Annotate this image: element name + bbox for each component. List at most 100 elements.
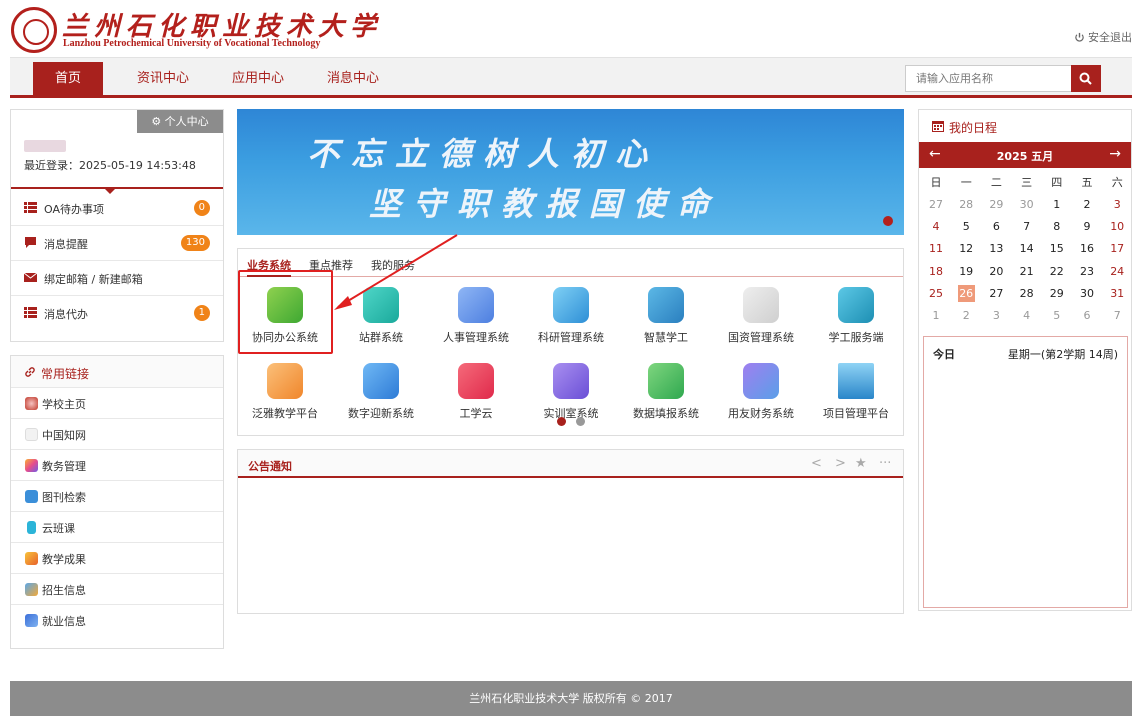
search-icon	[1079, 72, 1092, 85]
app-label: 科研管理系统	[538, 331, 604, 344]
calendar-day[interactable]: 7	[1102, 305, 1132, 327]
calendar-day[interactable]: 14	[1012, 238, 1042, 260]
calendar-day[interactable]: 10	[1102, 216, 1132, 238]
oa-todo-row[interactable]: OA待办事项 0	[11, 191, 223, 226]
app-training-room[interactable]: 实训室系统	[526, 363, 616, 433]
app-label: 泛雅教学平台	[252, 407, 318, 420]
app-asset-system[interactable]: 国资管理系统	[716, 287, 806, 357]
calendar-header: 我的日程	[919, 110, 1131, 142]
list-icon	[24, 307, 37, 318]
search-button[interactable]	[1071, 65, 1101, 92]
calendar-day[interactable]: 1	[1042, 194, 1072, 216]
link-employment[interactable]: 就业信息	[11, 605, 223, 636]
calendar-day[interactable]: 21	[1012, 261, 1042, 283]
nav-home[interactable]: 首页	[33, 62, 103, 96]
envelope-icon	[24, 272, 37, 282]
prev-icon[interactable]: <	[811, 456, 822, 471]
app-fanya-platform[interactable]: 泛雅教学平台	[240, 363, 330, 433]
message-remind-row[interactable]: 消息提醒 130	[11, 226, 223, 261]
app-research-system[interactable]: 科研管理系统	[526, 287, 616, 357]
link-cnki[interactable]: 中国知网	[11, 419, 223, 450]
star-icon[interactable]: ★	[855, 456, 867, 471]
calendar-day[interactable]: 29	[981, 194, 1011, 216]
calendar-day[interactable]: 28	[951, 194, 981, 216]
more-icon[interactable]: ···	[879, 456, 891, 471]
link-school-home[interactable]: 学校主页	[11, 388, 223, 419]
calendar-day[interactable]: 3	[981, 305, 1011, 327]
calendar-day[interactable]: 24	[1102, 261, 1132, 283]
oa-todo-badge: 0	[193, 200, 210, 216]
calendar-day[interactable]: 3	[1102, 194, 1132, 216]
calendar-day[interactable]: 27	[921, 194, 951, 216]
calendar-day[interactable]: 16	[1072, 238, 1102, 260]
next-icon[interactable]: >	[835, 456, 846, 471]
personal-center-button[interactable]: ⚙ 个人中心	[137, 110, 223, 133]
calendar-day[interactable]: 6	[981, 216, 1011, 238]
apps-pager-dot-active[interactable]	[557, 417, 566, 426]
calendar-day[interactable]: 9	[1072, 216, 1102, 238]
link-journal-search[interactable]: 图刊检索	[11, 481, 223, 512]
calendar-day-today[interactable]: 26	[951, 283, 981, 305]
calendar-day[interactable]: 15	[1042, 238, 1072, 260]
calendar-day[interactable]: 18	[921, 261, 951, 283]
nav-news[interactable]: 资讯中心	[123, 62, 203, 96]
next-month-arrow-icon[interactable]: →	[1109, 146, 1121, 162]
calendar-day[interactable]: 23	[1072, 261, 1102, 283]
calendar-day[interactable]: 4	[1012, 305, 1042, 327]
calendar-month-label: 2025 五月	[996, 150, 1054, 163]
calendar-day[interactable]: 28	[1012, 283, 1042, 305]
research-system-icon	[553, 287, 589, 323]
calendar-day[interactable]: 29	[1042, 283, 1072, 305]
calendar-day[interactable]: 31	[1102, 283, 1132, 305]
app-student-service[interactable]: 学工服务端	[811, 287, 901, 357]
search-input[interactable]	[906, 66, 1070, 91]
calendar-day[interactable]: 5	[1042, 305, 1072, 327]
nav-messages[interactable]: 消息中心	[313, 62, 393, 96]
school-seal-logo	[11, 7, 57, 53]
calendar-day[interactable]: 30	[1012, 194, 1042, 216]
weekday-label: 三	[1021, 176, 1033, 189]
link-academic-admin[interactable]: 教务管理	[11, 450, 223, 481]
app-smart-student-work[interactable]: 智慧学工	[621, 287, 711, 357]
link-cloud-class[interactable]: 云班课	[11, 512, 223, 543]
calendar-day[interactable]: 2	[951, 305, 981, 327]
app-project-management[interactable]: 项目管理平台	[811, 363, 901, 433]
link-admission[interactable]: 招生信息	[11, 574, 223, 605]
weekday-label: 一	[960, 176, 972, 189]
calendar-day[interactable]: 5	[951, 216, 981, 238]
link-label: 就业信息	[42, 615, 86, 628]
calendar-day[interactable]: 2	[1072, 194, 1102, 216]
app-label: 数字迎新系统	[348, 407, 414, 420]
app-gongxueyun[interactable]: 工学云	[431, 363, 521, 433]
employment-icon	[25, 614, 38, 627]
calendar-day[interactable]: 22	[1042, 261, 1072, 283]
calendar-day[interactable]: 20	[981, 261, 1011, 283]
calendar-day[interactable]: 7	[1012, 216, 1042, 238]
calendar-day[interactable]: 13	[981, 238, 1011, 260]
logout-link[interactable]: 安全退出	[1074, 29, 1132, 45]
calendar-day[interactable]: 19	[951, 261, 981, 283]
calendar-day[interactable]: 12	[951, 238, 981, 260]
calendar-day[interactable]: 6	[1072, 305, 1102, 327]
digital-welcome-icon	[363, 363, 399, 399]
calendar-day[interactable]: 25	[921, 283, 951, 305]
apps-pager-dot[interactable]	[576, 417, 585, 426]
calendar-day[interactable]: 30	[1072, 283, 1102, 305]
calendar-day[interactable]: 8	[1042, 216, 1072, 238]
app-data-report[interactable]: 数据填报系统	[621, 363, 711, 433]
link-teaching-results[interactable]: 教学成果	[11, 543, 223, 574]
calendar-day[interactable]: 4	[921, 216, 951, 238]
nav-apps[interactable]: 应用中心	[218, 62, 298, 96]
message-agent-row[interactable]: 消息代办 1	[11, 296, 223, 331]
calendar-day[interactable]: 27	[981, 283, 1011, 305]
app-yonyou-finance[interactable]: 用友财务系统	[716, 363, 806, 433]
calendar-day[interactable]: 1	[921, 305, 951, 327]
banner-carousel[interactable]: 不忘立德树人初心 坚守职教报国使命	[237, 109, 904, 235]
link-icon	[25, 367, 35, 377]
app-digital-welcome[interactable]: 数字迎新系统	[336, 363, 426, 433]
bind-email-row[interactable]: 绑定邮箱 / 新建邮箱	[11, 261, 223, 296]
gongxueyun-icon	[458, 363, 494, 399]
calendar-day[interactable]: 11	[921, 238, 951, 260]
calendar-day[interactable]: 17	[1102, 238, 1132, 260]
banner-pager-dot[interactable]	[883, 216, 893, 226]
